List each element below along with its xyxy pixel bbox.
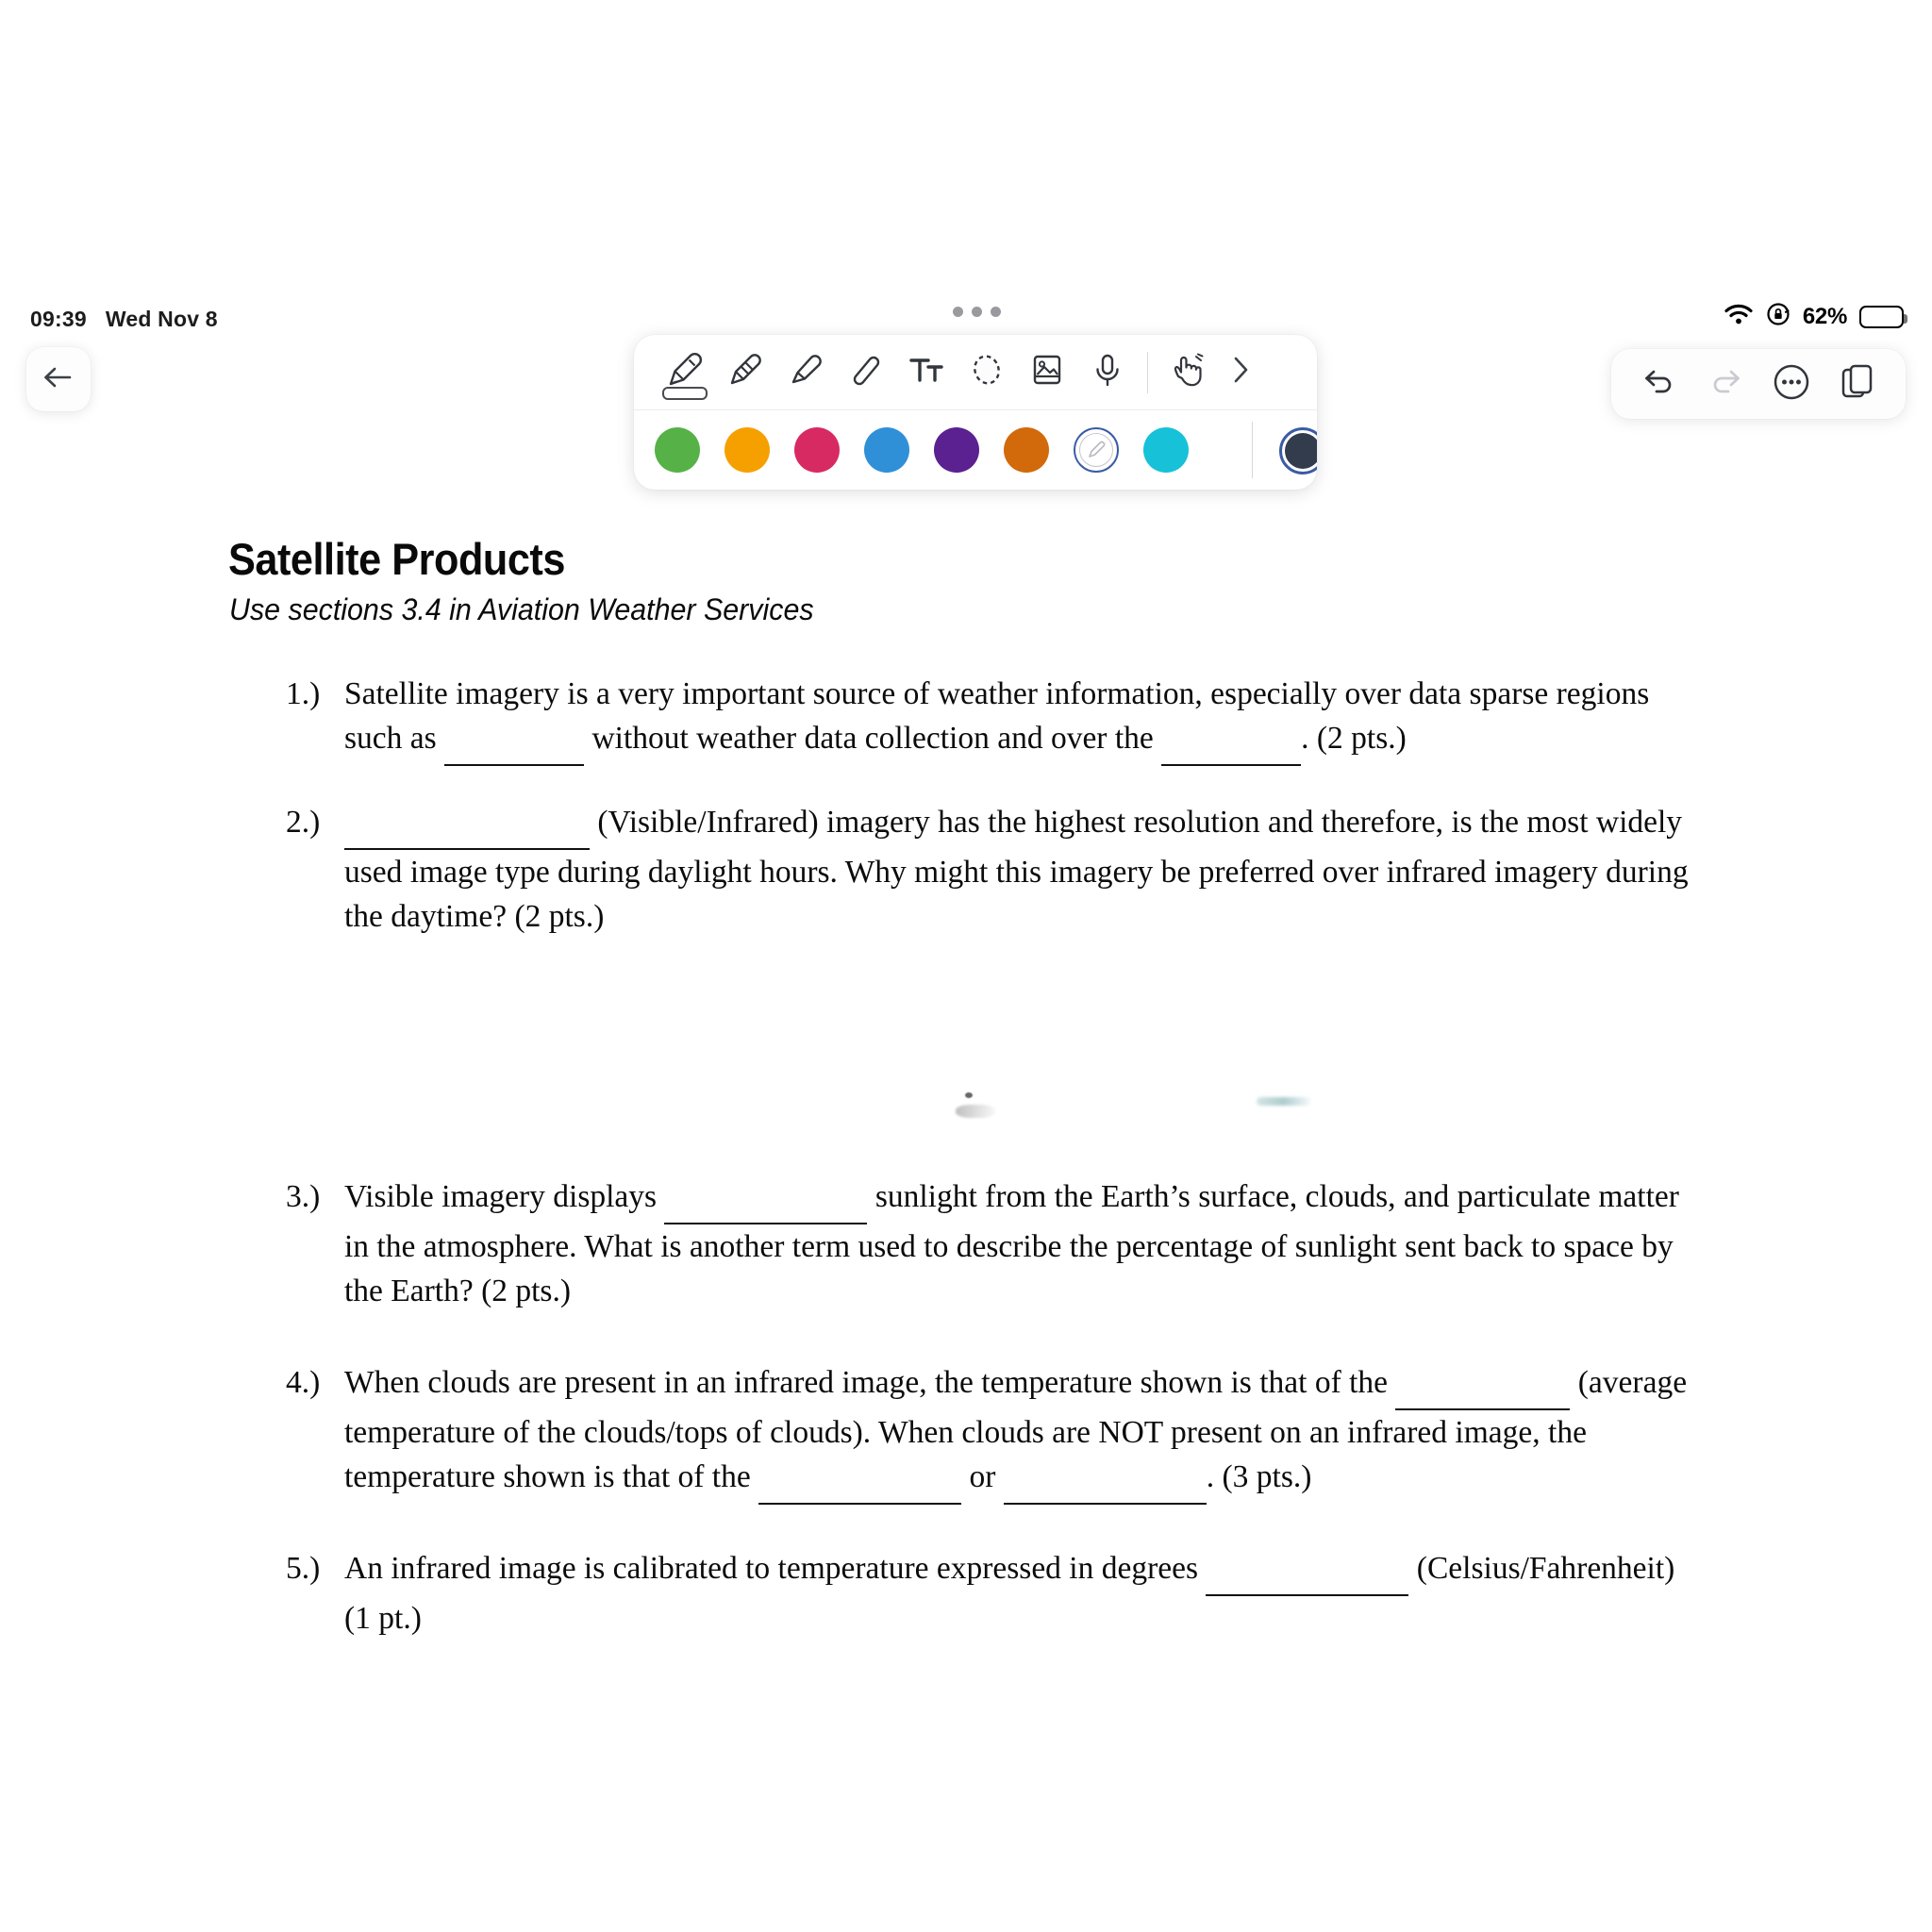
wifi-icon <box>1724 303 1754 330</box>
answer-blank[interactable] <box>344 804 590 850</box>
color-swatch-blue[interactable] <box>864 427 909 473</box>
pencil-tool[interactable] <box>715 338 775 408</box>
hand-tool[interactable] <box>1158 338 1218 408</box>
question-number: 3.) <box>286 1179 321 1214</box>
question-text: An infrared image is calibrated to tempe… <box>344 1550 1675 1636</box>
arrow-left-icon <box>41 363 76 396</box>
eraser-icon <box>843 347 889 397</box>
answer-blank[interactable] <box>1206 1550 1409 1596</box>
undo-arrow-icon <box>1641 366 1678 403</box>
drag-handle-dots[interactable] <box>953 307 1001 317</box>
status-bar-right: 62% <box>1724 302 1907 331</box>
more-options-button[interactable] <box>1762 355 1821 413</box>
undo-button[interactable] <box>1630 355 1689 413</box>
app-root: 09:39 Wed Nov 8 62% Satellite Products U… <box>0 0 1932 1932</box>
text-tool[interactable] <box>896 338 957 408</box>
hand-pointing-icon <box>1165 347 1210 397</box>
highlighter-tool[interactable] <box>775 338 836 408</box>
question-text: (Visible/Infrared) imagery has the highe… <box>344 804 1689 934</box>
lasso-icon <box>964 347 1009 397</box>
pages-button[interactable] <box>1828 355 1887 413</box>
pen-icon <box>662 347 708 397</box>
question-item: 5.) An infrared image is calibrated to te… <box>286 1546 1701 1641</box>
question-text: When clouds are present in an infrared i… <box>344 1360 1701 1505</box>
answer-blank[interactable] <box>1003 1458 1207 1505</box>
color-swatch-dark-navy-selected[interactable] <box>1279 427 1317 475</box>
redo-button[interactable] <box>1696 355 1755 413</box>
toolbar-tool-row <box>634 335 1317 410</box>
audio-record-tool[interactable] <box>1077 338 1138 408</box>
question-item: 2.) (Visible/Infrared) imagery has the h… <box>286 800 1701 939</box>
ellipsis-circle-icon <box>1772 362 1811 407</box>
color-swatch-orange[interactable] <box>724 427 770 473</box>
answer-blank[interactable] <box>444 720 585 766</box>
microphone-icon <box>1085 347 1130 397</box>
rotation-lock-icon <box>1766 302 1790 331</box>
document-page: Satellite Products Use sections 3.4 in A… <box>0 509 1932 1932</box>
question-number: 1.) <box>286 676 321 711</box>
question-item: 3.) Visible imagery displays sunlight fro… <box>286 1174 1701 1313</box>
drawing-toolbar <box>634 335 1317 490</box>
copy-pages-icon <box>1839 361 1876 408</box>
color-row-divider <box>1252 422 1253 478</box>
battery-icon <box>1859 305 1907 328</box>
color-swatch-pink[interactable] <box>794 427 840 473</box>
eraser-tool[interactable] <box>836 338 896 408</box>
color-swatch-green[interactable] <box>655 427 700 473</box>
highlighter-icon <box>783 347 828 397</box>
pen-tool[interactable] <box>655 338 715 408</box>
pencil-icon <box>723 347 768 397</box>
status-time: 09:39 <box>30 307 87 331</box>
question-item: 4.) When clouds are present in an infrare… <box>286 1360 1701 1505</box>
text-tt-icon <box>904 347 949 397</box>
color-swatch-custom[interactable] <box>1074 427 1119 473</box>
answer-blank[interactable] <box>1161 720 1302 766</box>
question-item: 1.) Satellite imagery is a very important… <box>286 672 1701 766</box>
battery-percentage: 62% <box>1802 303 1847 329</box>
back-button[interactable] <box>26 347 91 411</box>
question-number: 5.) <box>286 1551 321 1586</box>
actions-bar <box>1611 349 1906 419</box>
toolbar-divider <box>1147 351 1148 393</box>
image-icon <box>1024 347 1070 397</box>
status-bar-left: 09:39 Wed Nov 8 <box>30 307 218 332</box>
lasso-select-tool[interactable] <box>957 338 1017 408</box>
image-tool[interactable] <box>1017 338 1077 408</box>
color-swatch-brown[interactable] <box>1004 427 1049 473</box>
question-list: 1.) Satellite imagery is a very important… <box>286 672 1701 1641</box>
answer-blank[interactable] <box>1395 1364 1571 1410</box>
chevron-right-icon <box>1228 354 1253 391</box>
toolbar-color-row <box>634 410 1317 490</box>
page-title: Satellite Products <box>228 534 565 584</box>
question-text: Visible imagery displays sunlight from t… <box>344 1178 1679 1308</box>
page-subtitle: Use sections 3.4 in Aviation Weather Ser… <box>229 592 814 626</box>
answer-blank[interactable] <box>758 1458 962 1505</box>
color-swatch-cyan[interactable] <box>1143 427 1189 473</box>
redo-arrow-icon <box>1707 366 1744 403</box>
color-swatch-purple[interactable] <box>934 427 979 473</box>
question-number: 4.) <box>286 1365 321 1400</box>
expand-toolbar[interactable] <box>1218 338 1263 408</box>
answer-blank[interactable] <box>664 1178 868 1224</box>
question-number: 2.) <box>286 805 321 840</box>
status-date: Wed Nov 8 <box>105 307 218 331</box>
question-text: Satellite imagery is a very important so… <box>344 672 1701 766</box>
